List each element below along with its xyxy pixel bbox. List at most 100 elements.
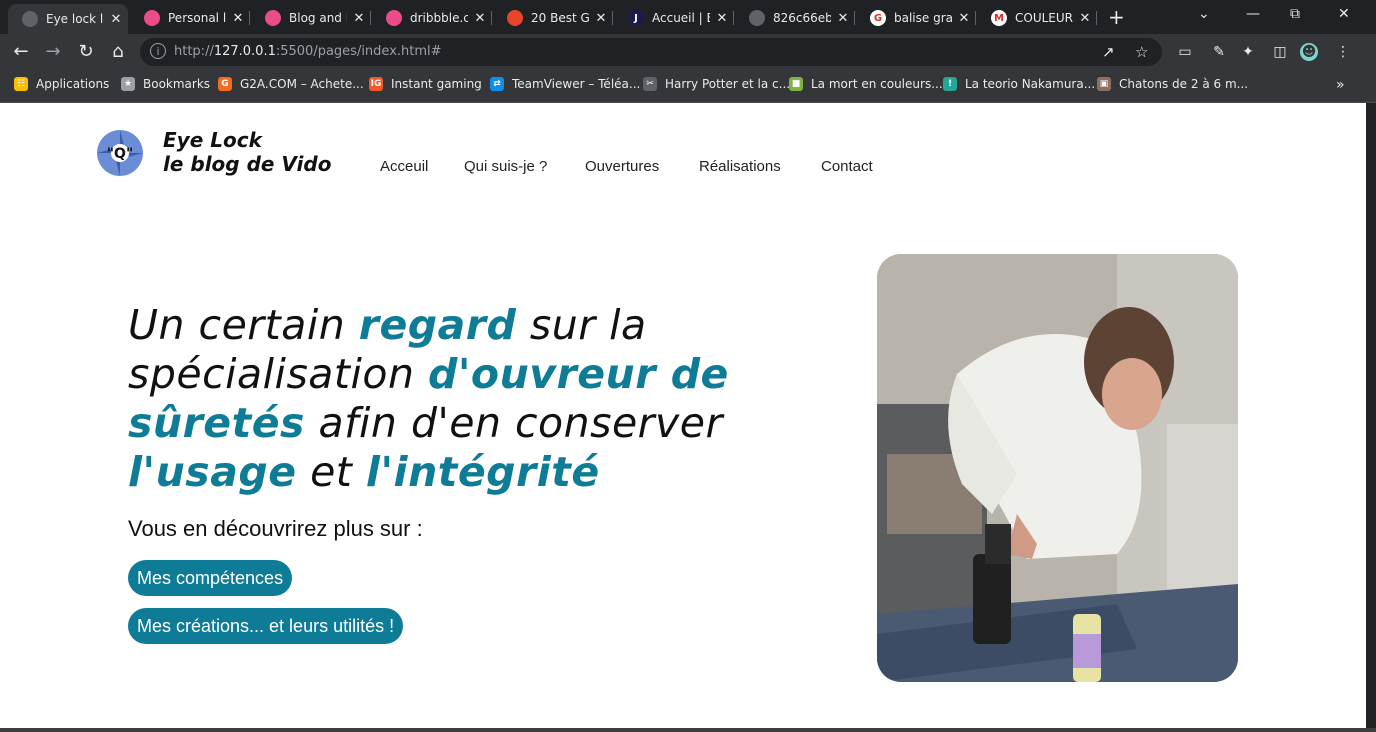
hero-heading: Un certain regard sur la spécialisation …: [128, 301, 768, 497]
new-tab-button[interactable]: +: [1108, 6, 1125, 28]
tab-close-icon[interactable]: ✕: [710, 11, 734, 26]
reload-icon[interactable]: ↻: [75, 41, 97, 63]
tab-close-icon[interactable]: ✕: [589, 11, 613, 26]
browser-tab[interactable]: J Accueil | Ey✕: [614, 4, 734, 32]
url-text[interactable]: http://127.0.0.1:5500/pages/index.html#: [174, 44, 442, 59]
bookmark-label: TeamViewer – Téléa...: [512, 77, 641, 91]
bookmark-item[interactable]: ☷ Applications: [14, 77, 109, 91]
extensions-puzzle-icon[interactable]: ✦: [1239, 43, 1257, 61]
browser-tab[interactable]: dribbble.co✕: [372, 4, 492, 32]
tab-title: Personal la: [168, 11, 226, 25]
browser-tab[interactable]: Personal la✕: [130, 4, 250, 32]
profile-avatar[interactable]: ☻: [1300, 43, 1318, 61]
site-info-icon[interactable]: i: [150, 43, 166, 59]
green-icon: ■: [789, 77, 803, 91]
nav-qui-suis-je[interactable]: Qui suis-je ?: [464, 158, 547, 175]
tab-separator: [733, 11, 734, 25]
share-icon[interactable]: ↗: [1102, 43, 1115, 61]
tab-title: 826c66eb-: [773, 11, 831, 25]
photo-icon: ▣: [1097, 77, 1111, 91]
bookmark-item[interactable]: IG Instant gaming: [369, 77, 482, 91]
nav-ouvertures[interactable]: Ouvertures: [585, 158, 659, 175]
hero-photo: [877, 254, 1238, 682]
tab-separator: [975, 11, 976, 25]
star-icon: ★: [121, 77, 135, 91]
browser-tab[interactable]: 826c66eb- ✕: [735, 4, 855, 32]
bookmark-label: G2A.COM – Achete...: [240, 77, 364, 91]
browser-tab[interactable]: Gbalise gras✕: [856, 4, 976, 32]
minimize-icon[interactable]: —: [1246, 6, 1260, 22]
hero-text: Un certain: [128, 301, 359, 349]
tab-close-icon[interactable]: ✕: [1073, 11, 1097, 26]
tab-favicon-icon: [386, 10, 402, 26]
extension-icon[interactable]: ▭: [1176, 43, 1194, 61]
teal-icon: !: [943, 77, 957, 91]
tab-favicon-icon: [22, 11, 38, 27]
browser-tab[interactable]: Blog and M✕: [251, 4, 371, 32]
hero-highlight: l'usage: [128, 448, 297, 496]
instant-gaming-icon: IG: [369, 77, 383, 91]
bookmark-item[interactable]: G G2A.COM – Achete...: [218, 77, 364, 91]
tab-separator: [612, 11, 613, 25]
tab-close-icon[interactable]: ✕: [226, 11, 250, 26]
tab-close-icon[interactable]: ✕: [104, 12, 128, 27]
logo-line-1: Eye Lock: [163, 128, 262, 152]
tab-favicon-icon: [265, 10, 281, 26]
pen-extension-icon[interactable]: ✎: [1210, 43, 1228, 61]
side-panel-icon[interactable]: ◫: [1271, 43, 1289, 61]
back-icon[interactable]: ←: [10, 41, 32, 63]
more-bookmarks-icon[interactable]: »: [1336, 77, 1345, 93]
tab-close-icon[interactable]: ✕: [347, 11, 371, 26]
clapper-icon: ✂: [643, 77, 657, 91]
browser-tab[interactable]: M COULEUR ✕: [977, 4, 1097, 32]
teamviewer-icon: ⇄: [490, 77, 504, 91]
tab-separator: [1096, 11, 1097, 25]
nav-accueil[interactable]: Acceuil: [380, 158, 428, 175]
logo-icon[interactable]: "Q": [96, 129, 144, 177]
skills-button[interactable]: Mes compétences: [128, 560, 293, 596]
tab-strip: Eye lock le✕Personal la✕Blog and M✕dribb…: [0, 0, 1376, 34]
bookmark-item[interactable]: ★ Bookmarks: [121, 77, 210, 91]
bookmark-item[interactable]: ⇄ TeamViewer – Téléa...: [490, 77, 640, 91]
bookmark-star-icon[interactable]: ☆: [1135, 43, 1148, 61]
tab-search-icon[interactable]: ⌄: [1198, 6, 1210, 22]
tab-favicon-icon: [749, 10, 765, 26]
tab-title: dribbble.co: [410, 11, 468, 25]
browser-toolbar: ← → ↻ ⌂ i http://127.0.0.1:5500/pages/in…: [0, 34, 1376, 70]
tab-separator: [854, 11, 855, 25]
bookmark-item[interactable]: ■ La mort en couleurs...: [789, 77, 943, 91]
nav-realisations[interactable]: Réalisations: [699, 158, 781, 175]
creations-button[interactable]: Mes créations... et leurs utilités !: [128, 608, 404, 644]
tab-separator: [370, 11, 371, 25]
nav-contact[interactable]: Contact: [821, 158, 873, 175]
tab-close-icon[interactable]: ✕: [468, 11, 492, 26]
bookmark-item[interactable]: ▣ Chatons de 2 à 6 m...: [1097, 77, 1248, 91]
browser-tab[interactable]: Eye lock le✕: [8, 4, 128, 34]
tab-title: Eye lock le: [46, 12, 104, 26]
hero-text: afin d'en conserver: [304, 399, 723, 447]
hero-subtitle: Vous en découvrirez plus sur :: [128, 516, 423, 541]
site-logo-text[interactable]: Eye Lock le blog de Vido: [163, 128, 331, 176]
bookmark-label: Bookmarks: [143, 77, 211, 91]
hero-highlight: l'intégrité: [365, 448, 600, 496]
tab-separator: [249, 11, 250, 25]
bookmark-label: Chatons de 2 à 6 m...: [1119, 77, 1249, 91]
address-bar[interactable]: i http://127.0.0.1:5500/pages/index.html…: [140, 38, 1162, 66]
scrollbar[interactable]: [1366, 103, 1376, 728]
tab-close-icon[interactable]: ✕: [952, 11, 976, 26]
g2a-icon: G: [218, 77, 232, 91]
tab-title: Blog and M: [289, 11, 347, 25]
browser-tab[interactable]: 20 Best Go✕: [493, 4, 613, 32]
bookmarks-bar: ☷ Applications ★ Bookmarks G G2A.COM – Achete…: [0, 70, 1376, 103]
tab-favicon-icon: M: [991, 10, 1007, 26]
restore-icon[interactable]: ⧉: [1290, 6, 1300, 22]
tab-separator: [491, 11, 492, 25]
menu-kebab-icon[interactable]: ⋮: [1334, 43, 1352, 61]
close-window-icon[interactable]: ✕: [1338, 6, 1350, 22]
bookmark-item[interactable]: ✂ Harry Potter et la c...: [643, 77, 790, 91]
tab-close-icon[interactable]: ✕: [831, 11, 855, 26]
home-icon[interactable]: ⌂: [107, 41, 129, 63]
forward-icon[interactable]: →: [42, 41, 64, 63]
apps-grid-icon: ☷: [14, 77, 28, 91]
bookmark-item[interactable]: ! La teorio Nakamura...: [943, 77, 1095, 91]
